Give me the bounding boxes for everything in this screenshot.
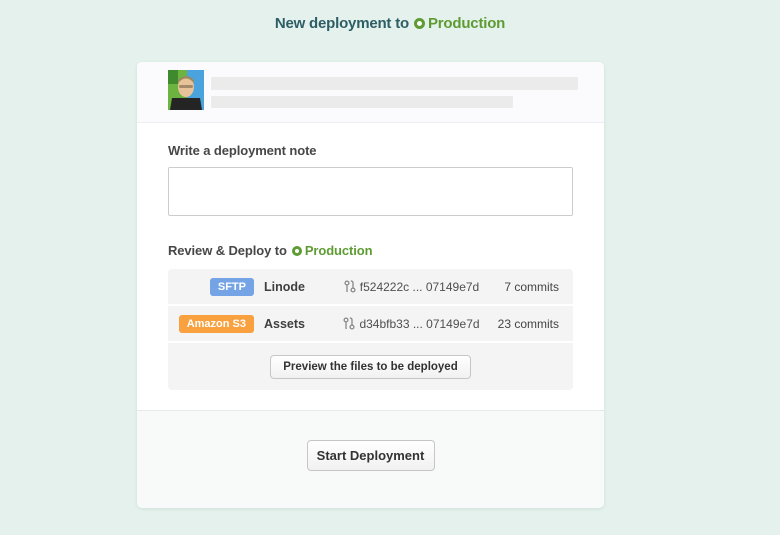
preview-row: Preview the files to be deployed bbox=[168, 343, 573, 390]
environment-name: Production bbox=[304, 243, 373, 258]
environment-ring-icon bbox=[291, 245, 302, 256]
environment-chip: Production bbox=[413, 15, 506, 32]
deployment-note-input[interactable] bbox=[168, 167, 573, 216]
page-title: New deployment to Production bbox=[0, 15, 780, 32]
environment-name: Production bbox=[427, 15, 506, 32]
start-deployment-button[interactable]: Start Deployment bbox=[306, 440, 435, 471]
card-body: Write a deployment note Review & Deploy … bbox=[137, 123, 604, 410]
revision-range-cell: d34bfb33 ... 07149e7d bbox=[338, 317, 485, 331]
deployment-note-label: Write a deployment note bbox=[168, 143, 317, 158]
avatar bbox=[168, 70, 204, 110]
server-name: Linode bbox=[264, 279, 305, 294]
servers-panel: SFTP Linode f524222c ... 07149e7d 7 comm… bbox=[168, 269, 573, 390]
deployment-card: Write a deployment note Review & Deploy … bbox=[137, 62, 604, 508]
server-type-badge: Amazon S3 bbox=[178, 314, 254, 333]
commits-range-icon bbox=[344, 280, 356, 293]
commits-count: 23 commits bbox=[497, 316, 559, 331]
environment-ring-icon bbox=[413, 18, 425, 29]
commits-count: 7 commits bbox=[504, 279, 559, 294]
server-type-badge: SFTP bbox=[209, 277, 254, 296]
review-deploy-heading: Review & Deploy to Production bbox=[168, 243, 573, 258]
server-name: Assets bbox=[264, 316, 305, 331]
server-type-cell: SFTP bbox=[168, 277, 254, 296]
server-type-cell: Amazon S3 bbox=[168, 314, 254, 333]
revision-range-cell: f524222c ... 07149e7d bbox=[338, 280, 485, 294]
server-row: SFTP Linode f524222c ... 07149e7d 7 comm… bbox=[168, 269, 573, 306]
redacted-line-1 bbox=[211, 77, 578, 90]
environment-chip: Production bbox=[291, 243, 373, 258]
redacted-line-2 bbox=[211, 96, 513, 108]
avatar-photo bbox=[168, 70, 204, 110]
revision-range: d34bfb33 ... 07149e7d bbox=[359, 316, 480, 331]
card-footer: Start Deployment bbox=[137, 410, 604, 508]
card-header bbox=[137, 62, 604, 123]
revision-range: f524222c ... 07149e7d bbox=[359, 279, 480, 294]
review-heading-text: Review & Deploy to bbox=[168, 243, 287, 258]
preview-files-button[interactable]: Preview the files to be deployed bbox=[270, 354, 471, 379]
redacted-user-info bbox=[211, 77, 578, 108]
page-title-text: New deployment to bbox=[274, 15, 409, 32]
commits-range-icon bbox=[343, 317, 355, 330]
server-row: Amazon S3 Assets d34bfb33 ... 07149e7d 2… bbox=[168, 306, 573, 343]
